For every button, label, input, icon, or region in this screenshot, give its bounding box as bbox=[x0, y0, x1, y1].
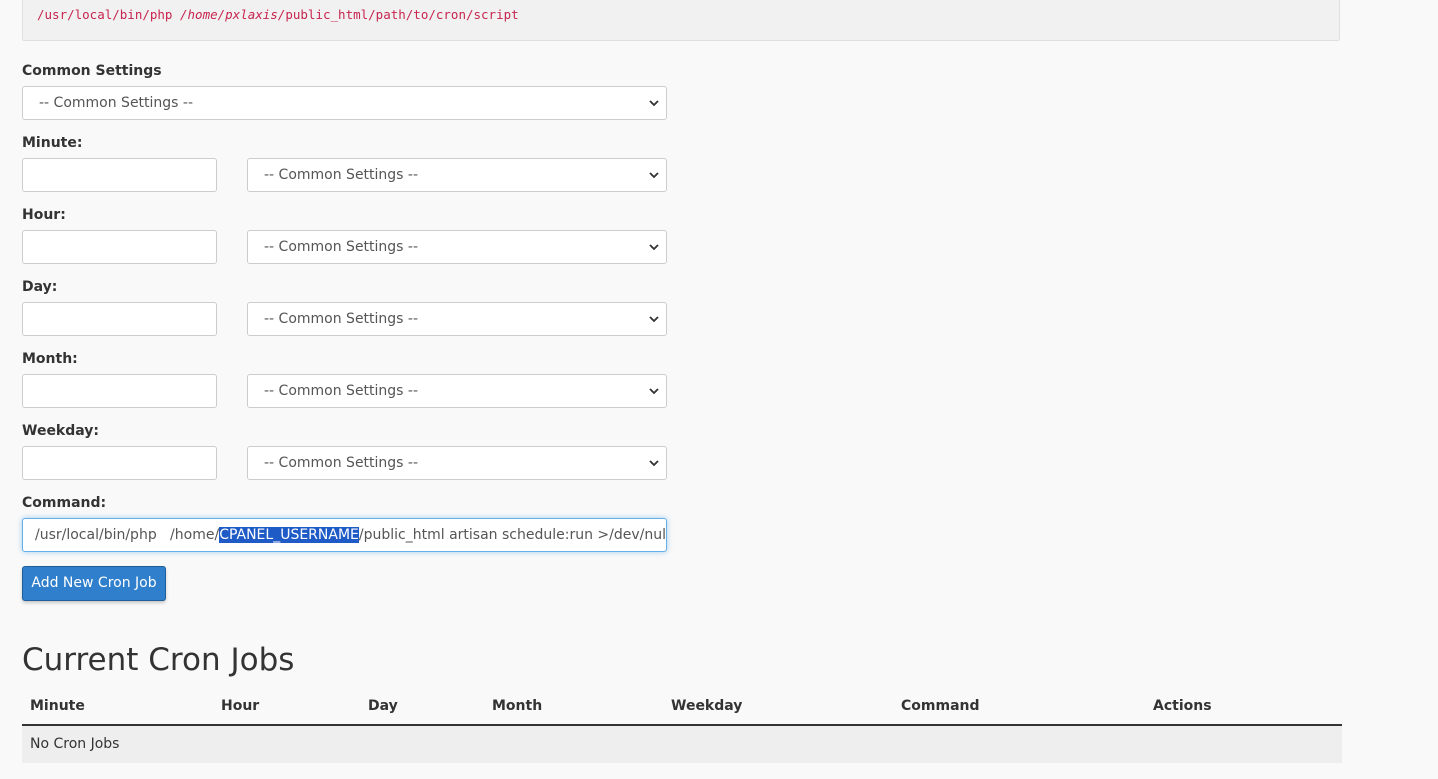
table-row: No Cron Jobs bbox=[22, 726, 1342, 763]
column-header-weekday[interactable]: Weekday bbox=[671, 698, 742, 714]
common-settings-label: Common Settings bbox=[22, 63, 162, 79]
example-command-home: /home/pxlaxis/ bbox=[180, 7, 286, 22]
column-header-day[interactable]: Day bbox=[368, 698, 398, 714]
example-command-path: public_html/path/to/cron/script bbox=[285, 7, 519, 22]
column-header-minute[interactable]: Minute bbox=[30, 698, 85, 714]
minute-input[interactable] bbox=[22, 158, 217, 192]
example-command: /usr/local/bin/php /home/pxlaxis/public_… bbox=[37, 7, 519, 22]
minute-select[interactable]: -- Common Settings -- bbox=[247, 158, 667, 192]
add-cron-job-button[interactable]: Add New Cron Job bbox=[22, 566, 166, 601]
command-value-before: /usr/local/bin/php /home/ bbox=[35, 527, 220, 543]
column-header-month[interactable]: Month bbox=[492, 698, 542, 714]
month-select[interactable]: -- Common Settings -- bbox=[247, 374, 667, 408]
month-label: Month: bbox=[22, 351, 78, 367]
column-header-hour[interactable]: Hour bbox=[221, 698, 259, 714]
hour-input[interactable] bbox=[22, 230, 217, 264]
day-select[interactable]: -- Common Settings -- bbox=[247, 302, 667, 336]
chevron-down-icon bbox=[648, 159, 660, 191]
chevron-down-icon bbox=[648, 303, 660, 335]
weekday-select[interactable]: -- Common Settings -- bbox=[247, 446, 667, 480]
command-value-selected: CPANEL_USERNAME bbox=[219, 527, 359, 543]
day-input[interactable] bbox=[22, 302, 217, 336]
weekday-select-value: -- Common Settings -- bbox=[264, 455, 419, 471]
hour-label: Hour: bbox=[22, 207, 66, 223]
example-command-binary: /usr/local/bin/php bbox=[37, 7, 180, 22]
chevron-down-icon bbox=[648, 447, 660, 479]
command-label: Command: bbox=[22, 495, 107, 511]
column-header-command[interactable]: Command bbox=[901, 698, 980, 714]
minute-select-value: -- Common Settings -- bbox=[264, 167, 419, 183]
common-settings-select-value: -- Common Settings -- bbox=[39, 95, 194, 111]
hour-select-value: -- Common Settings -- bbox=[264, 239, 419, 255]
weekday-input[interactable] bbox=[22, 446, 217, 480]
no-cron-jobs-text: No Cron Jobs bbox=[30, 736, 120, 752]
current-cron-jobs-heading: Current Cron Jobs bbox=[22, 642, 295, 678]
minute-label: Minute: bbox=[22, 135, 83, 151]
hour-select[interactable]: -- Common Settings -- bbox=[247, 230, 667, 264]
command-input[interactable]: /usr/local/bin/php /home/CPANEL_USERNAME… bbox=[22, 518, 667, 552]
chevron-down-icon bbox=[648, 231, 660, 263]
month-select-value: -- Common Settings -- bbox=[264, 383, 419, 399]
column-header-actions: Actions bbox=[1153, 698, 1212, 714]
weekday-label: Weekday: bbox=[22, 423, 100, 439]
month-input[interactable] bbox=[22, 374, 217, 408]
chevron-down-icon bbox=[648, 87, 660, 119]
day-select-value: -- Common Settings -- bbox=[264, 311, 419, 327]
day-label: Day: bbox=[22, 279, 58, 295]
chevron-down-icon bbox=[648, 375, 660, 407]
common-settings-select[interactable]: -- Common Settings -- bbox=[22, 86, 667, 120]
example-command-box: /usr/local/bin/php /home/pxlaxis/public_… bbox=[22, 0, 1340, 41]
command-value-after: /public_html artisan schedule:run >/dev/… bbox=[358, 527, 667, 543]
